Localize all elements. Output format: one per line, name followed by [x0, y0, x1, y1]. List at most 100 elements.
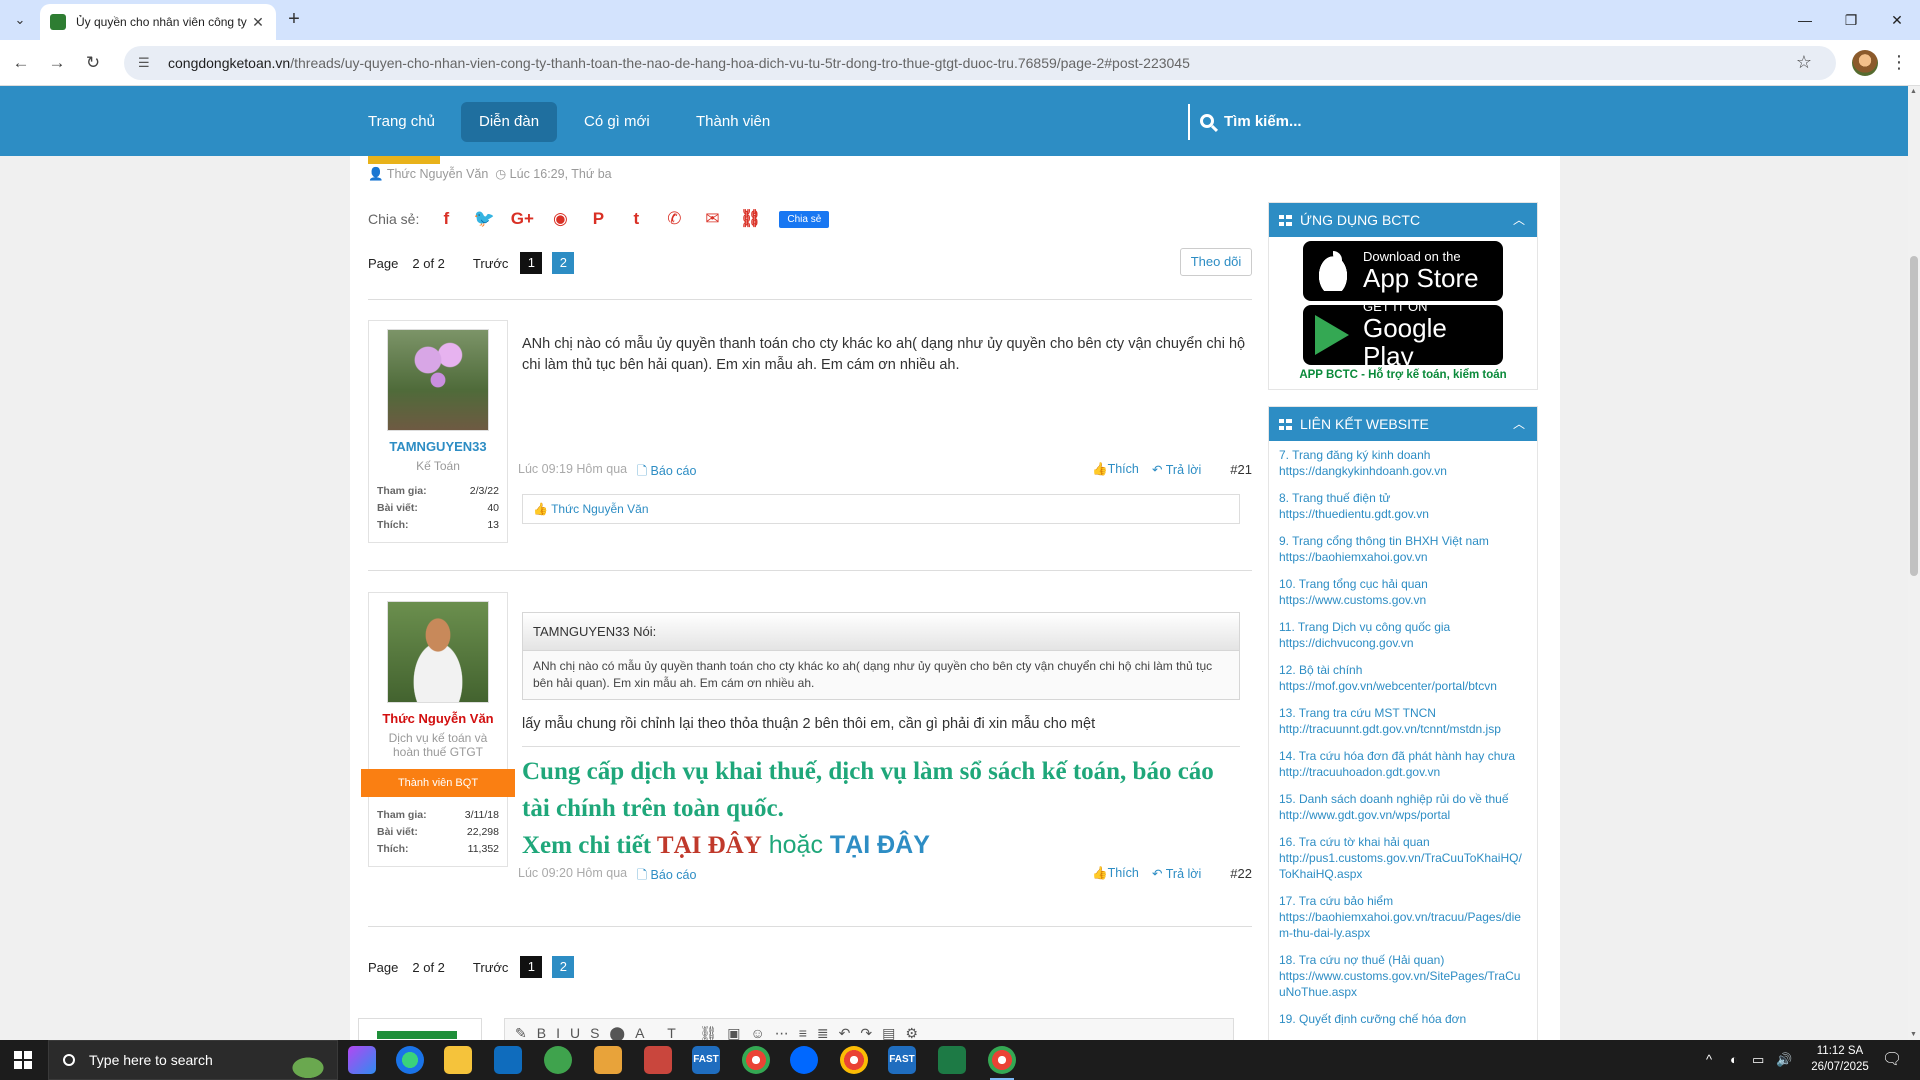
copilot-icon[interactable] [348, 1046, 376, 1074]
messenger-share-button[interactable]: Chia sẻ [779, 210, 830, 228]
prev-page-link[interactable]: Trước [473, 960, 509, 975]
windows-start-icon[interactable] [14, 1051, 32, 1069]
username[interactable]: Thức Nguyễn Văn [369, 711, 507, 726]
tab-search-button[interactable]: ⌄ [8, 8, 32, 32]
website-link[interactable]: 11. Trang Dịch vụ công quốc gia https://d… [1279, 619, 1527, 651]
post-body: ANh chị nào có mẫu ủy quyền thanh toán c… [518, 320, 1252, 524]
post-time[interactable]: Lúc 09:19 Hôm qua [518, 462, 627, 476]
fast-app-2-icon[interactable]: FAST [888, 1046, 916, 1074]
page-scrollbar[interactable]: ▲ ▼ [1908, 86, 1920, 1040]
page-1-link[interactable]: 1 [520, 252, 543, 274]
app-store-button[interactable]: Download on the App Store [1303, 241, 1503, 301]
app-green-icon[interactable] [544, 1046, 572, 1074]
google-play-button[interactable]: GET IT ON Google Play [1303, 300, 1503, 370]
scroll-down-icon[interactable]: ▼ [1910, 1031, 1918, 1038]
website-link[interactable]: 7. Trang đăng ký kinh doanh https://dangk… [1279, 447, 1527, 479]
report-link[interactable]: 🗋 Báo cáo [637, 866, 696, 887]
back-button[interactable]: ← [8, 50, 34, 76]
liked-by-user[interactable]: Thức Nguyễn Văn [551, 502, 648, 516]
post-time[interactable]: Lúc 09:20 Hôm qua [518, 866, 627, 880]
post-number[interactable]: #21 [1230, 462, 1252, 477]
signature-link-1[interactable]: TẠI ĐÂY [657, 832, 762, 859]
username[interactable]: TAMNGUYEN33 [369, 439, 507, 454]
minimize-button[interactable]: — [1782, 0, 1828, 40]
website-link[interactable]: 13. Trang tra cứu MST TNCN http://tracuun… [1279, 705, 1527, 737]
twitter-icon[interactable]: 🐦 [473, 208, 495, 230]
app-mail-icon[interactable] [594, 1046, 622, 1074]
restore-button[interactable]: ❐ [1828, 0, 1874, 40]
browser-tab[interactable]: Ủy quyền cho nhân viên công ty thanh toá… [40, 4, 276, 40]
app-red-icon[interactable] [644, 1046, 672, 1074]
nav-home[interactable]: Trang chủ [350, 102, 453, 142]
forward-button[interactable]: → [44, 50, 70, 76]
facebook-icon[interactable]: f [435, 208, 457, 230]
pinterest-icon[interactable]: P [587, 208, 609, 230]
website-link[interactable]: 16. Tra cứu tờ khai hải quan http://pus1.… [1279, 834, 1527, 882]
website-link[interactable]: 19. Quyết định cưỡng chế hóa đơn [1279, 1011, 1527, 1027]
nav-members[interactable]: Thành viên [678, 102, 788, 142]
volume-icon[interactable]: 🔊 [1776, 1040, 1792, 1080]
chrome-icon[interactable] [742, 1046, 770, 1074]
page-2-current[interactable]: 2 [552, 252, 575, 274]
website-link[interactable]: 17. Tra cứu bảo hiểm https://baohiemxahoi… [1279, 893, 1527, 941]
collapse-icon[interactable]: ︿ [1513, 407, 1525, 441]
reload-button[interactable]: ↻ [80, 50, 106, 76]
nav-forum[interactable]: Diễn đàn [461, 102, 558, 142]
website-link[interactable]: 15. Danh sách doanh nghiệp rủi do về thu… [1279, 791, 1527, 823]
website-link[interactable]: 18. Tra cứu nợ thuế (Hải quan) https://ww… [1279, 952, 1527, 1000]
prev-page-link[interactable]: Trước [473, 256, 509, 271]
outlook-icon[interactable] [494, 1046, 522, 1074]
reddit-icon[interactable]: ◉ [549, 208, 571, 230]
site-info-icon[interactable]: ☰ [138, 55, 158, 71]
zalo-icon[interactable] [790, 1046, 818, 1074]
like-link[interactable]: 👍Thích [1092, 866, 1139, 881]
reply-link[interactable]: ↶ Trả lời [1152, 462, 1201, 477]
link-icon[interactable]: ⛓ [739, 208, 762, 230]
quote-header[interactable]: TAMNGUYEN33 Nói: [523, 613, 1239, 651]
scroll-up-icon[interactable]: ▲ [1910, 88, 1918, 95]
signature-link-2[interactable]: TẠI ĐÂY [830, 831, 930, 859]
taskbar-clock[interactable]: 11:12 SA 26/07/2025 [1800, 1043, 1880, 1075]
browser-menu-icon[interactable]: ⋮ [1890, 52, 1908, 73]
tumblr-icon[interactable]: t [625, 208, 647, 230]
page-1-link[interactable]: 1 [520, 956, 543, 978]
website-link[interactable]: 9. Trang cổng thông tin BHXH Việt nam htt… [1279, 533, 1527, 565]
website-link[interactable]: 8. Trang thuế điện tử https://thuedientu.… [1279, 490, 1527, 522]
site-search[interactable]: Tìm kiếm... [1188, 104, 1438, 140]
notifications-icon[interactable]: 🗨 [1882, 1040, 1902, 1080]
page-2-current[interactable]: 2 [552, 956, 575, 978]
close-tab-icon[interactable]: ✕ [250, 14, 266, 31]
whatsapp-icon[interactable]: ✆ [663, 208, 685, 230]
collapse-icon[interactable]: ︿ [1513, 203, 1525, 237]
reply-editor-toolbar[interactable]: ✎BIUS⬤A T ⛓▣☺⋯≡≣↶↷▤⚙ [504, 1018, 1234, 1040]
chrome-profile-icon[interactable] [840, 1046, 868, 1074]
excel-icon[interactable] [938, 1046, 966, 1074]
fast-app-icon[interactable]: FAST [692, 1046, 720, 1074]
google-plus-icon[interactable]: G+ [511, 208, 534, 230]
chrome-active-icon[interactable] [988, 1046, 1016, 1080]
website-link[interactable]: 14. Tra cứu hóa đơn đã phát hành hay chư… [1279, 748, 1527, 780]
tray-app-icon[interactable]: ◐ [1730, 1040, 1738, 1080]
bookmark-star-icon[interactable]: ☆ [1796, 52, 1812, 73]
website-link[interactable]: 12. Bộ tài chính https://mof.gov.vn/webce… [1279, 662, 1527, 694]
thread-author[interactable]: Thức Nguyễn Văn [387, 167, 488, 181]
like-link[interactable]: 👍Thích [1092, 462, 1139, 477]
close-window-button[interactable]: ✕ [1874, 0, 1920, 40]
website-link[interactable]: 10. Trang tổng cục hải quan https://www.c… [1279, 576, 1527, 608]
report-link[interactable]: 🗋 Báo cáo [637, 462, 696, 483]
follow-button[interactable]: Theo dõi [1180, 248, 1252, 276]
new-tab-button[interactable]: + [282, 8, 306, 32]
profile-avatar[interactable] [1852, 50, 1878, 76]
reply-link[interactable]: ↶ Trả lời [1152, 866, 1201, 881]
edge-icon[interactable] [396, 1046, 424, 1074]
network-icon[interactable]: ▭ [1752, 1040, 1764, 1080]
email-icon[interactable]: ✉ [701, 208, 723, 230]
tray-chevron-icon[interactable]: ^ [1706, 1040, 1712, 1080]
file-explorer-icon[interactable] [444, 1046, 472, 1074]
address-bar[interactable]: ☰ congdongketoan.vn/threads/uy-quyen-cho… [124, 46, 1836, 80]
post-number[interactable]: #22 [1230, 866, 1252, 881]
avatar[interactable] [387, 601, 489, 703]
avatar[interactable] [387, 329, 489, 431]
nav-whats-new[interactable]: Có gì mới [566, 102, 668, 142]
scrollbar-thumb[interactable] [1910, 256, 1918, 576]
